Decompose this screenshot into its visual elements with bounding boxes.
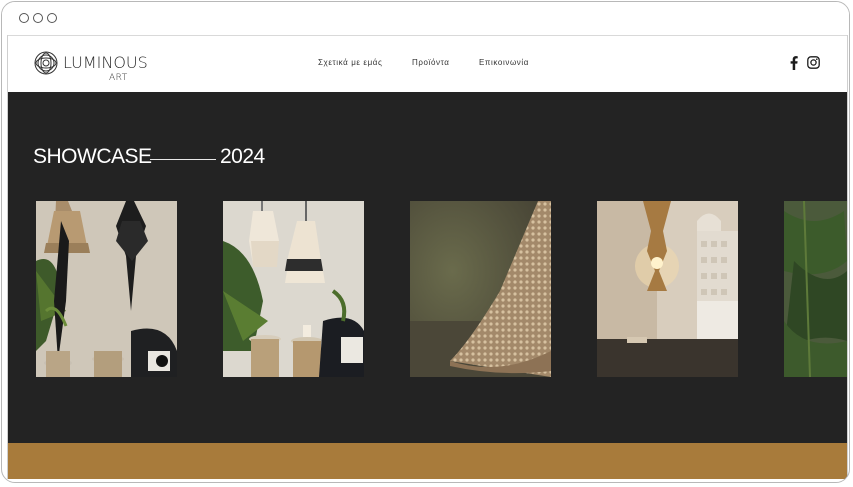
nav-item-about[interactable]: Σχετικά με εμάς [318,58,382,67]
browser-window: LUMINOUS ART Σχετικά με εμάς Προϊόντα Επ… [1,1,850,483]
brand-name-sub: ART [109,73,128,83]
showcase-year: 2024 [220,145,265,168]
site-header: LUMINOUS ART Σχετικά με εμάς Προϊόντα Επ… [8,35,847,92]
gallery-image-4[interactable] [597,201,738,377]
logo-knot-icon [34,51,58,75]
window-close-button[interactable] [19,13,29,23]
title-divider-line [150,159,216,160]
gallery-image-2[interactable] [223,201,364,377]
brand-name: LUMINOUS ART [63,53,148,84]
nav-item-products[interactable]: Προϊόντα [412,58,449,67]
brand-name-main: LUMINOUS [63,53,148,72]
window-minimize-button[interactable] [33,13,43,23]
facebook-icon[interactable] [790,56,798,70]
window-maximize-button[interactable] [47,13,57,23]
gallery-image-5[interactable] [784,201,847,377]
footer-accent-band [8,443,847,479]
showcase-title: SHOWCASE [33,145,152,168]
brand-logo[interactable]: LUMINOUS ART [33,50,148,84]
instagram-icon[interactable] [807,56,820,69]
nav-item-contact[interactable]: Επικοινωνία [479,58,529,67]
gallery-image-3[interactable] [410,201,551,377]
page-viewport: LUMINOUS ART Σχετικά με εμάς Προϊόντα Επ… [7,35,848,479]
window-chrome [2,2,849,35]
gallery-image-1[interactable] [36,201,177,377]
